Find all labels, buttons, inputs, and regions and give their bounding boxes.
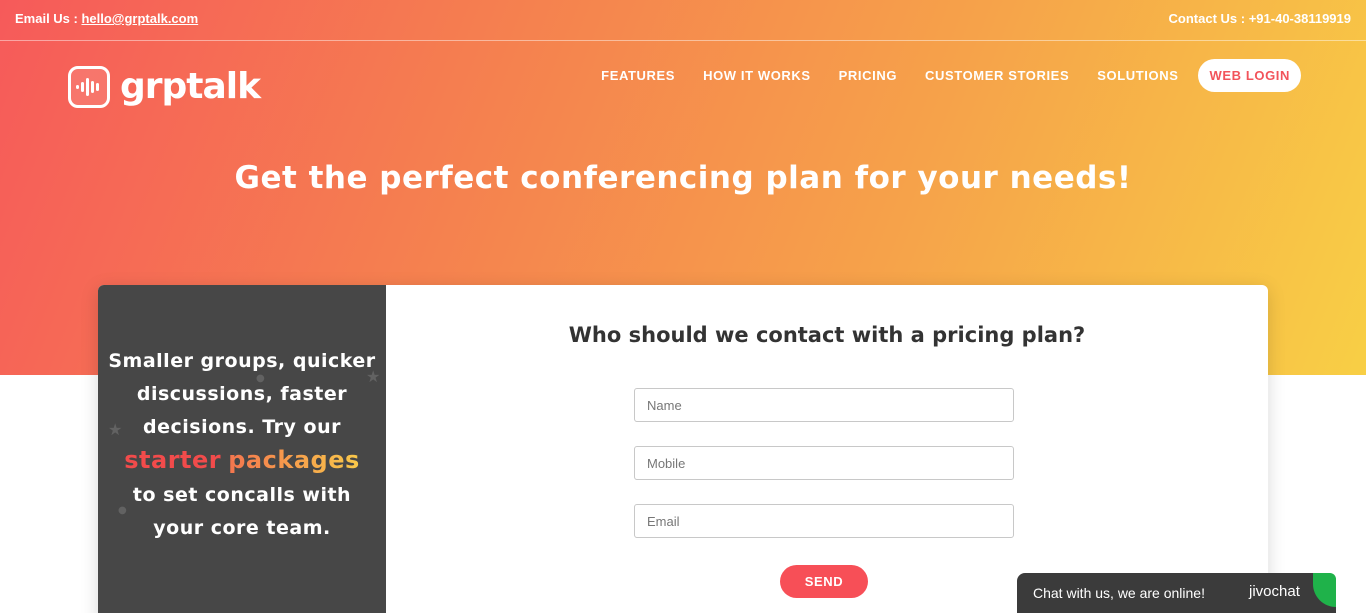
nav-customer-stories[interactable]: CUSTOMER STORIES (925, 58, 1069, 93)
promo-panel: ★ ★ ● ● Smaller groups, quicker discussi… (98, 285, 386, 613)
promo-line: your core team. (153, 517, 331, 539)
promo-highlight: starter packages (98, 444, 386, 479)
promo-line: discussions, faster (136, 383, 348, 405)
name-input[interactable] (634, 388, 1014, 422)
logo[interactable]: grptalk (68, 66, 261, 108)
form-title: Who should we contact with a pricing pla… (568, 323, 1086, 347)
page-headline: Get the perfect conferencing plan for yo… (234, 160, 1132, 196)
pricing-card: ★ ★ ● ● Smaller groups, quicker discussi… (98, 285, 1268, 613)
contact-info: Contact Us : +91-40-38119919 (1168, 11, 1351, 26)
promo-line: to set concalls with (132, 484, 352, 506)
nav-how-it-works[interactable]: HOW IT WORKS (703, 58, 811, 93)
chat-brand: jivochat (1249, 583, 1300, 600)
chat-label: Chat with us, we are online! (1033, 585, 1205, 601)
email-input[interactable] (634, 504, 1014, 538)
contact-form: Who should we contact with a pricing pla… (386, 285, 1268, 613)
mobile-input[interactable] (634, 446, 1014, 480)
promo-text: Smaller groups, quicker discussions, fas… (98, 345, 386, 545)
promo-highlight-packages: packages (228, 446, 360, 474)
chat-leaf-icon (1313, 573, 1336, 607)
main-nav: FEATURES HOW IT WORKS PRICING CUSTOMER S… (573, 58, 1301, 93)
nav-pricing[interactable]: PRICING (839, 58, 897, 93)
promo-line: decisions. Try our (143, 416, 341, 438)
nav-features[interactable]: FEATURES (601, 58, 675, 93)
web-login-button[interactable]: WEB LOGIN (1198, 59, 1301, 92)
email-link[interactable]: hello@grptalk.com (81, 11, 198, 26)
email-info: Email Us : hello@grptalk.com (15, 11, 198, 26)
top-bar: Email Us : hello@grptalk.com Contact Us … (0, 0, 1366, 41)
logo-icon (68, 66, 110, 108)
promo-highlight-starter: starter (124, 446, 222, 474)
nav-solutions[interactable]: SOLUTIONS (1097, 58, 1178, 93)
logo-text: grptalk (120, 66, 261, 107)
email-label: Email Us : (15, 11, 82, 26)
promo-line: Smaller groups, quicker (108, 350, 376, 372)
chat-widget[interactable]: Chat with us, we are online! jivochat (1017, 573, 1336, 613)
send-button[interactable]: SEND (780, 565, 868, 598)
